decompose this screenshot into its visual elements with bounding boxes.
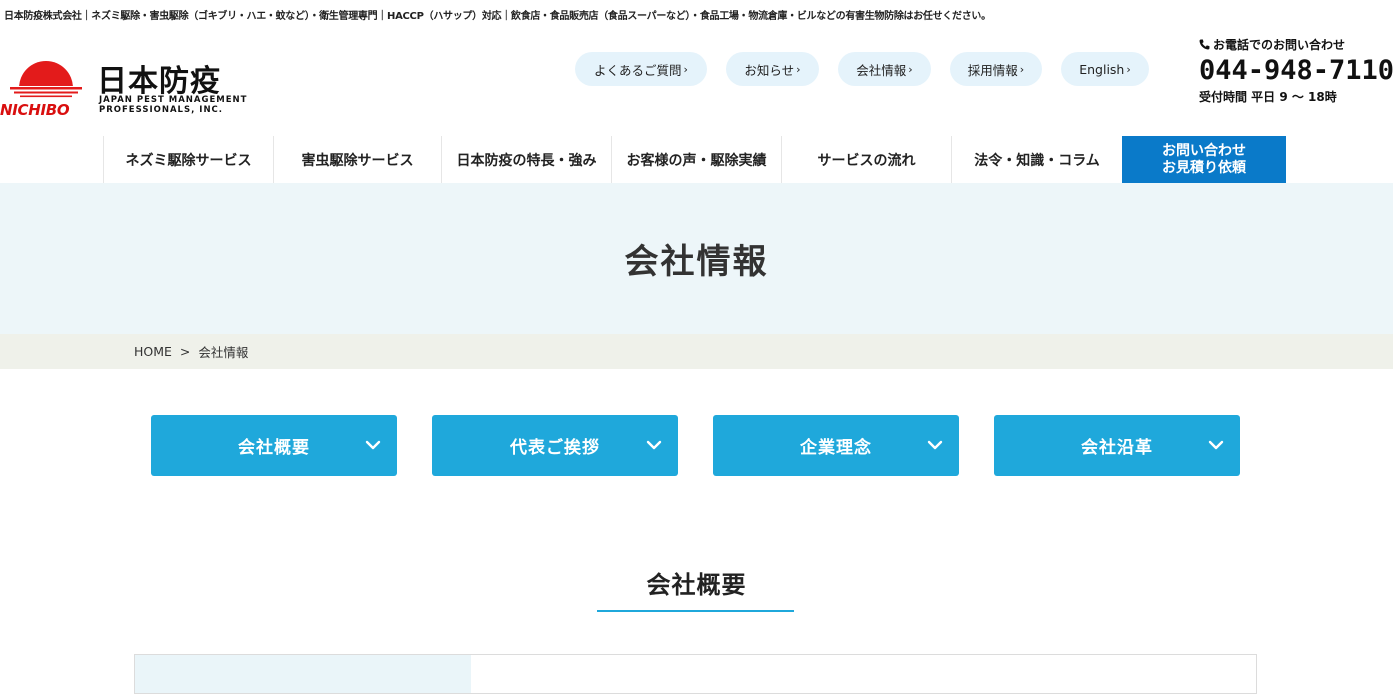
anchor-label: 企業理念 xyxy=(800,438,872,458)
phone-label: お電話でのお問い合わせ xyxy=(1213,38,1346,52)
section-title: 会社概要 xyxy=(646,571,747,599)
logo-english-line1: JAPAN PEST MANAGEMENT xyxy=(99,95,248,105)
anchor-label: 会社概要 xyxy=(238,438,310,458)
anchor-button-overview[interactable]: 会社概要 xyxy=(151,415,397,476)
table-header-cell xyxy=(135,655,471,693)
phone-hours: 受付時間 平日 9 〜 18時 xyxy=(1199,90,1337,104)
cta-line1: お問い合わせ xyxy=(1162,142,1246,159)
contact-estimate-button[interactable]: お問い合わせ お見積り依頼 xyxy=(1122,136,1286,183)
chevron-right-icon: › xyxy=(1019,62,1025,76)
chevron-down-icon xyxy=(1208,440,1224,450)
logo-roman-text: NICHIBO xyxy=(0,101,70,119)
nav-item-pest-control[interactable]: 害虫駆除サービス xyxy=(273,136,441,183)
logo-japanese-text: 日本防疫 xyxy=(97,64,221,99)
anchor-button-history[interactable]: 会社沿革 xyxy=(994,415,1240,476)
chevron-right-icon: › xyxy=(1126,62,1131,76)
utility-link-label: お知らせ xyxy=(744,62,795,78)
chevron-right-icon: › xyxy=(908,62,913,76)
page-title: 会社情報 xyxy=(624,242,769,282)
anchor-button-greeting[interactable]: 代表ご挨拶 xyxy=(432,415,678,476)
nav-item-knowledge[interactable]: 法令・知識・コラム xyxy=(951,136,1122,183)
utility-link-label: よくあるご質問 xyxy=(594,62,682,78)
anchor-label: 代表ご挨拶 xyxy=(510,438,600,458)
phone-contact: お電話でのお問い合わせ 044-948-7110 受付時間 平日 9 〜 18時 xyxy=(1199,36,1393,105)
utility-link-news[interactable]: お知らせ › xyxy=(726,52,819,86)
chevron-right-icon: › xyxy=(683,62,688,76)
utility-nav: よくあるご質問 › お知らせ › 会社情報 › 採用情報 › English › xyxy=(575,52,1149,86)
site-logo[interactable]: NICHIBO 日本防疫 JAPAN PEST MANAGEMENT PROFE… xyxy=(0,56,260,120)
phone-icon xyxy=(1199,39,1210,50)
chevron-down-icon xyxy=(646,440,662,450)
logo-english-line2: PROFESSIONALS, INC. xyxy=(99,105,224,115)
rising-sun-icon xyxy=(10,61,82,98)
utility-link-label: 採用情報 xyxy=(967,62,1018,78)
breadcrumb-current: 会社情報 xyxy=(198,345,249,360)
nav-item-features[interactable]: 日本防疫の特長・強み xyxy=(441,136,611,183)
phone-number[interactable]: 044-948-7110 xyxy=(1199,55,1393,86)
chevron-right-icon: › xyxy=(796,62,801,76)
nav-item-rat-control[interactable]: ネズミ駆除サービス xyxy=(103,136,273,183)
anchor-button-philosophy[interactable]: 企業理念 xyxy=(713,415,959,476)
phone-label-row: お電話でのお問い合わせ xyxy=(1199,36,1393,53)
site-tagline: 日本防疫株式会社｜ネズミ駆除・害虫駆除（ゴキブリ・ハエ・蚊など）・衛生管理専門｜… xyxy=(4,11,991,22)
utility-link-company[interactable]: 会社情報 › xyxy=(838,52,931,86)
cta-line2: お見積り依頼 xyxy=(1162,159,1246,176)
anchor-label: 会社沿革 xyxy=(1081,438,1153,458)
section-anchor-nav: 会社概要 代表ご挨拶 企業理念 会社沿革 xyxy=(151,415,1240,476)
section-title-underline xyxy=(597,610,794,612)
utility-link-faq[interactable]: よくあるご質問 › xyxy=(575,52,707,86)
utility-link-label: 会社情報 xyxy=(856,62,907,78)
breadcrumb-home[interactable]: HOME xyxy=(134,344,172,359)
nav-item-testimonials[interactable]: お客様の声・駆除実績 xyxy=(611,136,781,183)
chevron-down-icon xyxy=(365,440,381,450)
utility-link-recruit[interactable]: 採用情報 › xyxy=(950,52,1042,86)
breadcrumb-separator: > xyxy=(179,344,191,359)
logo-english-text: JAPAN PEST MANAGEMENT PROFESSIONALS, INC… xyxy=(99,95,247,115)
utility-link-label: English xyxy=(1079,61,1125,77)
chevron-down-icon xyxy=(927,440,943,450)
breadcrumb: HOME > 会社情報 xyxy=(0,334,1393,369)
utility-link-english[interactable]: English › xyxy=(1061,52,1149,86)
page-hero: 会社情報 xyxy=(0,183,1393,334)
company-overview-table xyxy=(134,654,1257,694)
nav-item-service-flow[interactable]: サービスの流れ xyxy=(781,136,951,183)
main-nav: ネズミ駆除サービス 害虫駆除サービス 日本防疫の特長・強み お客様の声・駆除実績… xyxy=(103,136,1286,183)
